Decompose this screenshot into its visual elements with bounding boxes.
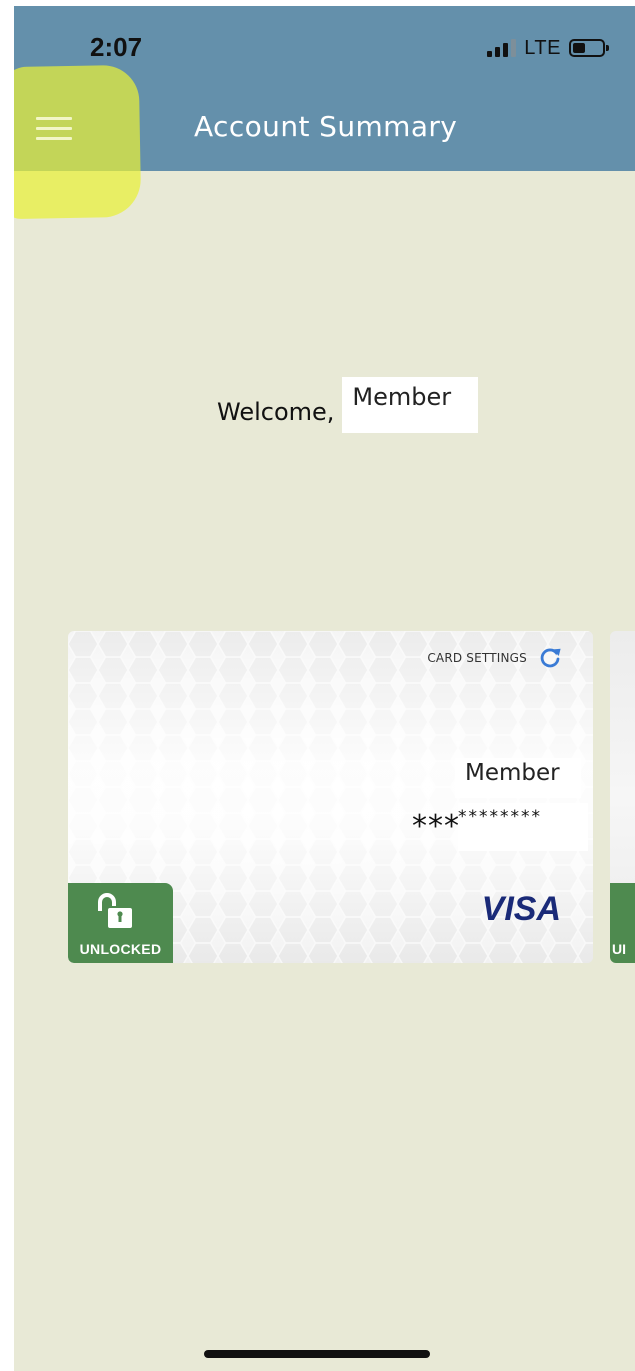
page-title: Account Summary bbox=[194, 110, 458, 143]
status-time: 2:07 bbox=[90, 32, 143, 62]
refresh-icon bbox=[540, 648, 561, 668]
welcome-banner: Welcome, Member bbox=[217, 376, 479, 434]
card-holder-name: Member bbox=[455, 758, 581, 798]
home-indicator bbox=[204, 1350, 430, 1358]
welcome-greeting: Welcome, bbox=[217, 398, 335, 426]
next-card-lock-badge: UI bbox=[610, 883, 635, 963]
card-lock-toggle[interactable]: UNLOCKED bbox=[68, 883, 173, 963]
card-settings-button[interactable]: CARD SETTINGS bbox=[427, 645, 563, 671]
network-type: LTE bbox=[524, 36, 561, 59]
card-number-prefix: *** bbox=[412, 809, 460, 844]
app-screen: 2:07 LTE Account Summary Welcome, Member bbox=[14, 6, 635, 1371]
debit-card[interactable]: CARD SETTINGS Member *** ******** UNLOCK… bbox=[68, 631, 593, 963]
cellular-signal-icon bbox=[487, 39, 517, 57]
next-card-lock-label: UI bbox=[612, 941, 626, 957]
status-indicators: LTE bbox=[487, 36, 609, 60]
card-settings-label: CARD SETTINGS bbox=[427, 651, 527, 665]
lock-status-label: UNLOCKED bbox=[79, 941, 162, 957]
visa-logo: VISA bbox=[481, 890, 561, 928]
card-number-masked: ******** bbox=[458, 803, 588, 851]
hamburger-menu-icon[interactable] bbox=[32, 110, 76, 146]
next-card-peek[interactable]: UI bbox=[610, 631, 635, 963]
unlocked-padlock-icon bbox=[98, 893, 132, 928]
battery-icon bbox=[569, 39, 609, 57]
welcome-member-name: Member bbox=[342, 377, 479, 433]
